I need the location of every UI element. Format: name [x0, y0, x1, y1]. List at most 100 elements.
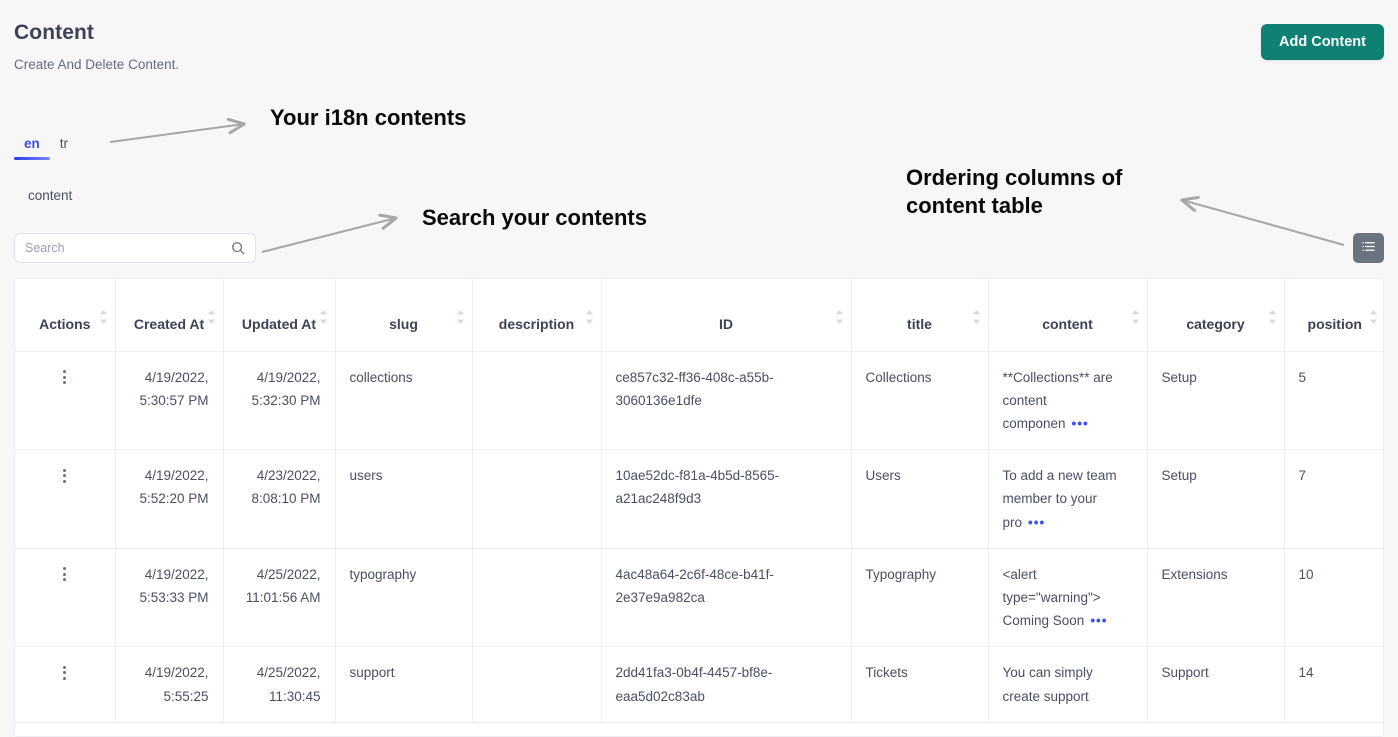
cell-created_at: 4/19/2022, 5:55:25 [115, 646, 224, 723]
cell-slug: users [335, 449, 473, 549]
cell-title: Typography [851, 548, 989, 648]
cell-position: 5 [1284, 351, 1383, 451]
cell-category: Setup [1147, 449, 1285, 549]
kebab-menu-icon[interactable] [63, 368, 67, 387]
column-order-button[interactable] [1353, 233, 1384, 263]
cell-slug: typography [335, 548, 473, 648]
annotation-search: Search your contents [422, 205, 647, 230]
table-row[interactable]: 4/19/2022, 5:53:33 PM 4/25/2022, 11:01:56… [15, 548, 1383, 648]
cell-position: 7 [1284, 449, 1383, 549]
cell-id: 2dd41fa3-0b4f-4457-bf8e-eaa5d02c83ab [601, 646, 852, 723]
kebab-menu-icon[interactable] [63, 466, 67, 485]
table-body: 4/19/2022, 5:30:57 PM 4/19/2022, 5:32:30 … [15, 351, 1383, 723]
cell-content: To add a new team member to your pro ••• [988, 449, 1148, 549]
cell-updated_at: 4/23/2022, 8:08:10 PM [223, 449, 336, 549]
sort-icon[interactable] [1131, 309, 1140, 325]
cell-description [472, 548, 602, 648]
column-header-actions[interactable]: Actions [15, 279, 116, 352]
kebab-menu-icon[interactable] [63, 565, 67, 584]
cell-category: Setup [1147, 351, 1285, 451]
annotation-order: Ordering columns of content table [906, 165, 1123, 218]
cell-content: **Collections** are content componen ••• [988, 351, 1148, 451]
search-box[interactable] [14, 233, 256, 263]
sort-icon[interactable] [207, 309, 216, 325]
sort-icon[interactable] [319, 309, 328, 325]
content-subtab[interactable]: content [28, 188, 72, 203]
cell-slug: support [335, 646, 473, 723]
column-header-description[interactable]: description [472, 279, 602, 352]
cell-description [472, 351, 602, 451]
locale-tab-en[interactable]: en [14, 136, 50, 160]
column-header-category[interactable]: category [1147, 279, 1285, 352]
sort-icon[interactable] [99, 309, 108, 325]
column-header-label: slug [389, 315, 418, 332]
add-content-button[interactable]: Add Content [1261, 24, 1384, 60]
column-header-updated_at[interactable]: Updated At [223, 279, 336, 352]
cell-id: 4ac48a64-2c6f-48ce-b41f-2e37e9a982ca [601, 548, 852, 648]
column-header-label: Actions [39, 315, 91, 332]
cell-created_at: 4/19/2022, 5:30:57 PM [115, 351, 224, 451]
search-input[interactable] [15, 234, 231, 262]
table-row[interactable]: 4/19/2022, 5:52:20 PM 4/23/2022, 8:08:10 … [15, 449, 1383, 549]
page-subtitle: Create And Delete Content. [14, 57, 180, 72]
cell-position: 10 [1284, 548, 1383, 648]
row-actions-button[interactable] [15, 351, 116, 451]
cell-created_at: 4/19/2022, 5:52:20 PM [115, 449, 224, 549]
cell-title: Tickets [851, 646, 989, 723]
cell-description [472, 449, 602, 549]
row-actions-button[interactable] [15, 548, 116, 648]
sort-icon[interactable] [972, 309, 981, 325]
annotation-i18n: Your i18n contents [270, 105, 467, 130]
content-expand-ellipsis[interactable]: ••• [1028, 515, 1045, 530]
content-page: Content Create And Delete Content. Add C… [0, 0, 1398, 737]
cell-created_at: 4/19/2022, 5:53:33 PM [115, 548, 224, 648]
cell-updated_at: 4/25/2022, 11:30:45 [223, 646, 336, 723]
cell-id: ce857c32-ff36-408c-a55b-3060136e1dfe [601, 351, 852, 451]
column-header-position[interactable]: position [1284, 279, 1383, 352]
cell-updated_at: 4/25/2022, 11:01:56 AM [223, 548, 336, 648]
search-icon [231, 241, 255, 255]
column-header-label: position [1307, 315, 1362, 332]
column-header-title[interactable]: title [851, 279, 989, 352]
column-header-label: content [1042, 315, 1093, 332]
cell-category: Extensions [1147, 548, 1285, 648]
page-title: Content [14, 21, 95, 44]
locale-tabs: en tr [14, 136, 78, 160]
cell-title: Users [851, 449, 989, 549]
cell-updated_at: 4/19/2022, 5:32:30 PM [223, 351, 336, 451]
list-columns-icon [1361, 239, 1376, 257]
cell-description [472, 646, 602, 723]
sort-icon[interactable] [1369, 309, 1378, 325]
table-row[interactable]: 4/19/2022, 5:30:57 PM 4/19/2022, 5:32:30 … [15, 351, 1383, 451]
row-actions-button[interactable] [15, 646, 116, 723]
column-header-label: ID [719, 315, 733, 332]
table-header: Actions Created At Updated At slug descripti… [15, 279, 1383, 352]
cell-category: Support [1147, 646, 1285, 723]
column-header-label: description [498, 315, 575, 332]
cell-position: 14 [1284, 646, 1383, 723]
kebab-menu-icon[interactable] [63, 663, 67, 682]
content-table: Actions Created At Updated At slug descripti… [14, 278, 1384, 737]
sort-icon[interactable] [585, 309, 594, 325]
cell-content: You can simply create support [988, 646, 1148, 723]
locale-tab-tr[interactable]: tr [50, 136, 78, 160]
cell-content: <alert type="warning"> Coming Soon ••• [988, 548, 1148, 648]
cell-slug: collections [335, 351, 473, 451]
column-header-id[interactable]: ID [601, 279, 852, 352]
table-row[interactable]: 4/19/2022, 5:55:25 4/25/2022, 11:30:45 sup… [15, 646, 1383, 723]
content-expand-ellipsis[interactable]: ••• [1090, 613, 1107, 628]
content-expand-ellipsis[interactable]: ••• [1072, 416, 1089, 431]
column-header-label: title [907, 315, 932, 332]
sort-icon[interactable] [1268, 309, 1277, 325]
column-header-label: category [1186, 315, 1245, 332]
sort-icon[interactable] [835, 309, 844, 325]
column-header-slug[interactable]: slug [335, 279, 473, 352]
column-header-label: Updated At [241, 315, 317, 332]
cell-id: 10ae52dc-f81a-4b5d-8565-a21ac248f9d3 [601, 449, 852, 549]
column-header-created_at[interactable]: Created At [115, 279, 224, 352]
row-actions-button[interactable] [15, 449, 116, 549]
column-header-label: Created At [133, 315, 205, 332]
cell-title: Collections [851, 351, 989, 451]
sort-icon[interactable] [456, 309, 465, 325]
column-header-content[interactable]: content [988, 279, 1148, 352]
